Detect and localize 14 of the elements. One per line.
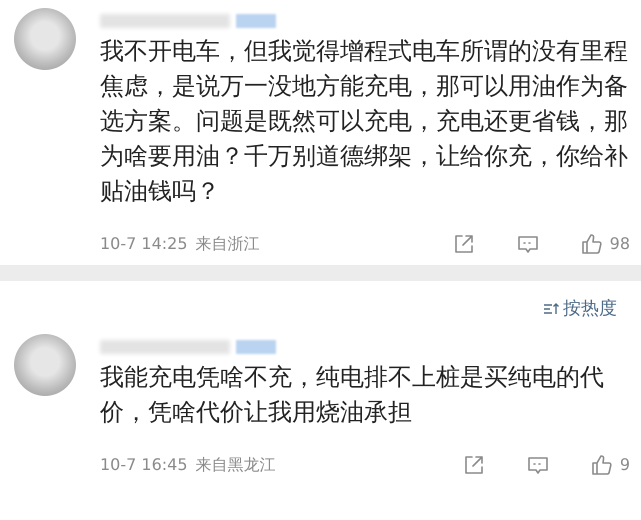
sort-icon [543, 300, 559, 316]
comment-text: 我能充电凭啥不充，纯电排不上桩是买纯电的代价，凭啥代价让我用烧油承担 [100, 362, 605, 428]
comment-text: 我不开电车，但我觉得增程式电车所谓的没有里程焦虑，是说万一没地方能充电，那可以用油作为备选方案。问题是既然可以充电，充电还更省钱，那为啥要用油？千万别道德绑架，让给你充，你给补贴油钱吗？ [100, 36, 629, 207]
comment-time: 10-7 14:25 [100, 233, 188, 255]
comment-location: 来自黑龙江 [196, 454, 276, 476]
blurred-badge [236, 14, 276, 28]
like-count: 9 [620, 454, 630, 476]
thumbs-up-icon[interactable] [580, 232, 604, 256]
comment-location: 来自浙江 [196, 233, 260, 255]
thumbs-up-icon[interactable] [590, 453, 614, 477]
like-count: 98 [610, 233, 630, 255]
comment-time: 10-7 16:45 [100, 454, 188, 476]
sort-button[interactable]: 按热度 [543, 295, 617, 322]
blurred-badge [236, 340, 276, 354]
